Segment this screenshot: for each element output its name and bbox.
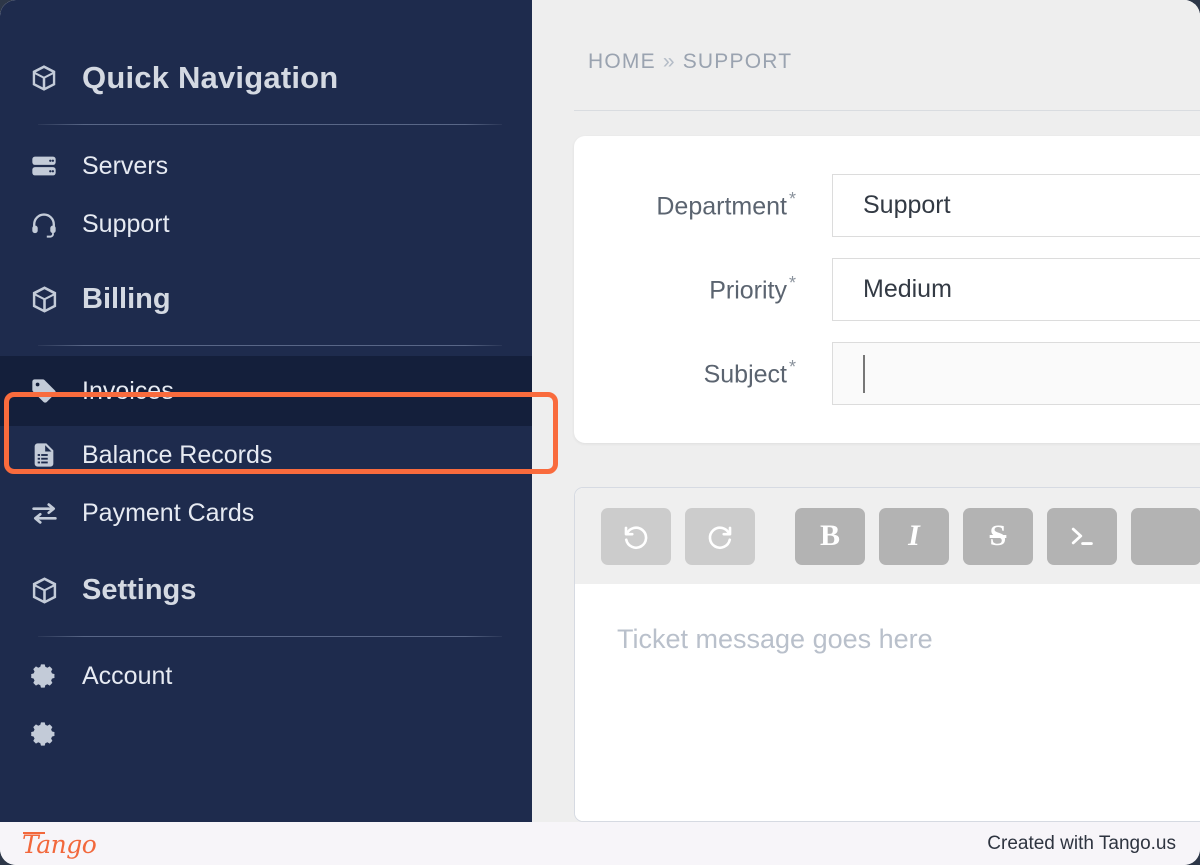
sidebar-group-account: Account: [0, 637, 532, 763]
required-marker: *: [788, 273, 796, 294]
sidebar-item-label: Payment Cards: [82, 498, 255, 527]
cube-icon: [26, 282, 62, 316]
cube-icon: [26, 573, 62, 607]
required-marker: *: [788, 357, 796, 378]
priority-value: Medium: [863, 275, 952, 303]
department-value: Support: [863, 191, 951, 219]
priority-label: Priority *: [574, 273, 832, 305]
subject-label-text: Subject: [703, 360, 787, 389]
gear-icon: [26, 659, 62, 693]
breadcrumb: HOME » SUPPORT: [588, 50, 792, 74]
screenshot-root: Quick Navigation Servers Support Billing…: [0, 0, 1200, 865]
header-rule: [574, 110, 1200, 111]
strikethrough-button[interactable]: S: [963, 507, 1033, 565]
subject-label: Subject *: [574, 357, 832, 389]
editor-toolbar: B I S: [575, 488, 1200, 584]
transfer-icon: [26, 496, 62, 530]
breadcrumb-current[interactable]: SUPPORT: [683, 50, 793, 73]
main-content: HOME» SUPPORT Department * Support Priorit…: [532, 0, 1200, 822]
tag-icon: [26, 374, 62, 408]
application-window: Quick Navigation Servers Support Billing…: [0, 0, 1200, 822]
form-row-department: Department * Support: [574, 174, 1200, 237]
tango-footer: Tango Created with Tango.us: [0, 822, 1200, 865]
sidebar-group-primary: Servers Support Billing: [0, 125, 532, 331]
sidebar-item-account[interactable]: Account: [0, 647, 532, 705]
sidebar-item-invoices[interactable]: Invoices: [0, 356, 532, 426]
editor-textarea[interactable]: Ticket message goes here: [575, 584, 1200, 821]
department-label-text: Department: [656, 192, 787, 221]
sidebar-item-label: Account: [82, 661, 173, 690]
department-select[interactable]: Support: [832, 174, 1200, 237]
sidebar-item-settings[interactable]: Settings: [0, 558, 532, 622]
sidebar-item-clipped[interactable]: [0, 705, 532, 763]
priority-label-text: Priority: [709, 276, 787, 305]
ticket-form-card: Department * Support Priority * Medium S…: [574, 136, 1200, 443]
sidebar-item-label: Invoices: [82, 376, 174, 405]
sidebar-item-billing[interactable]: Billing: [0, 267, 532, 331]
editor-placeholder: Ticket message goes here: [617, 624, 933, 654]
sidebar-item-label: Settings: [82, 573, 197, 606]
department-label: Department *: [574, 189, 832, 221]
sidebar-group-billing: Invoices Balance Records Payment Cards S…: [0, 346, 532, 622]
redo-button[interactable]: [685, 507, 755, 565]
sidebar: Quick Navigation Servers Support Billing…: [0, 0, 532, 822]
breadcrumb-home[interactable]: HOME: [588, 50, 656, 73]
text-caret: [863, 354, 865, 393]
priority-select[interactable]: Medium: [832, 258, 1200, 321]
required-marker: *: [788, 189, 796, 210]
sidebar-item-label: Balance Records: [82, 440, 273, 469]
subject-input[interactable]: [832, 342, 1200, 405]
strikethrough-glyph: S: [989, 519, 1007, 552]
document-icon: [26, 438, 62, 472]
more-format-button[interactable]: [1131, 507, 1200, 565]
code-button[interactable]: [1047, 507, 1117, 565]
cube-icon: [26, 61, 62, 95]
sidebar-brand: Quick Navigation: [0, 0, 532, 108]
breadcrumb-separator: »: [662, 50, 676, 73]
undo-button[interactable]: [601, 507, 671, 565]
italic-button[interactable]: I: [879, 507, 949, 565]
sidebar-item-payment-cards[interactable]: Payment Cards: [0, 484, 532, 542]
sidebar-item-balance-records[interactable]: Balance Records: [0, 426, 532, 484]
sidebar-brand-label: Quick Navigation: [82, 60, 339, 95]
gear-icon: [26, 717, 62, 751]
bold-glyph: B: [819, 519, 840, 552]
bold-button[interactable]: B: [795, 507, 865, 565]
sidebar-item-label: Servers: [82, 151, 169, 180]
sidebar-item-support[interactable]: Support: [0, 195, 532, 253]
form-row-subject: Subject *: [574, 342, 1200, 405]
server-icon: [26, 149, 62, 183]
tango-footer-note: Created with Tango.us: [987, 832, 1176, 854]
message-editor-panel: B I S Ticket message goes here: [574, 487, 1200, 822]
history-button-group: [601, 507, 755, 565]
form-row-priority: Priority * Medium: [574, 258, 1200, 321]
headset-icon: [26, 207, 62, 241]
sidebar-item-label: Billing: [82, 282, 171, 315]
tango-logo[interactable]: Tango: [22, 828, 97, 859]
format-button-group: B I S: [795, 507, 1200, 565]
sidebar-item-servers[interactable]: Servers: [0, 137, 532, 195]
italic-glyph: I: [908, 519, 920, 552]
sidebar-item-label: Support: [82, 209, 170, 238]
